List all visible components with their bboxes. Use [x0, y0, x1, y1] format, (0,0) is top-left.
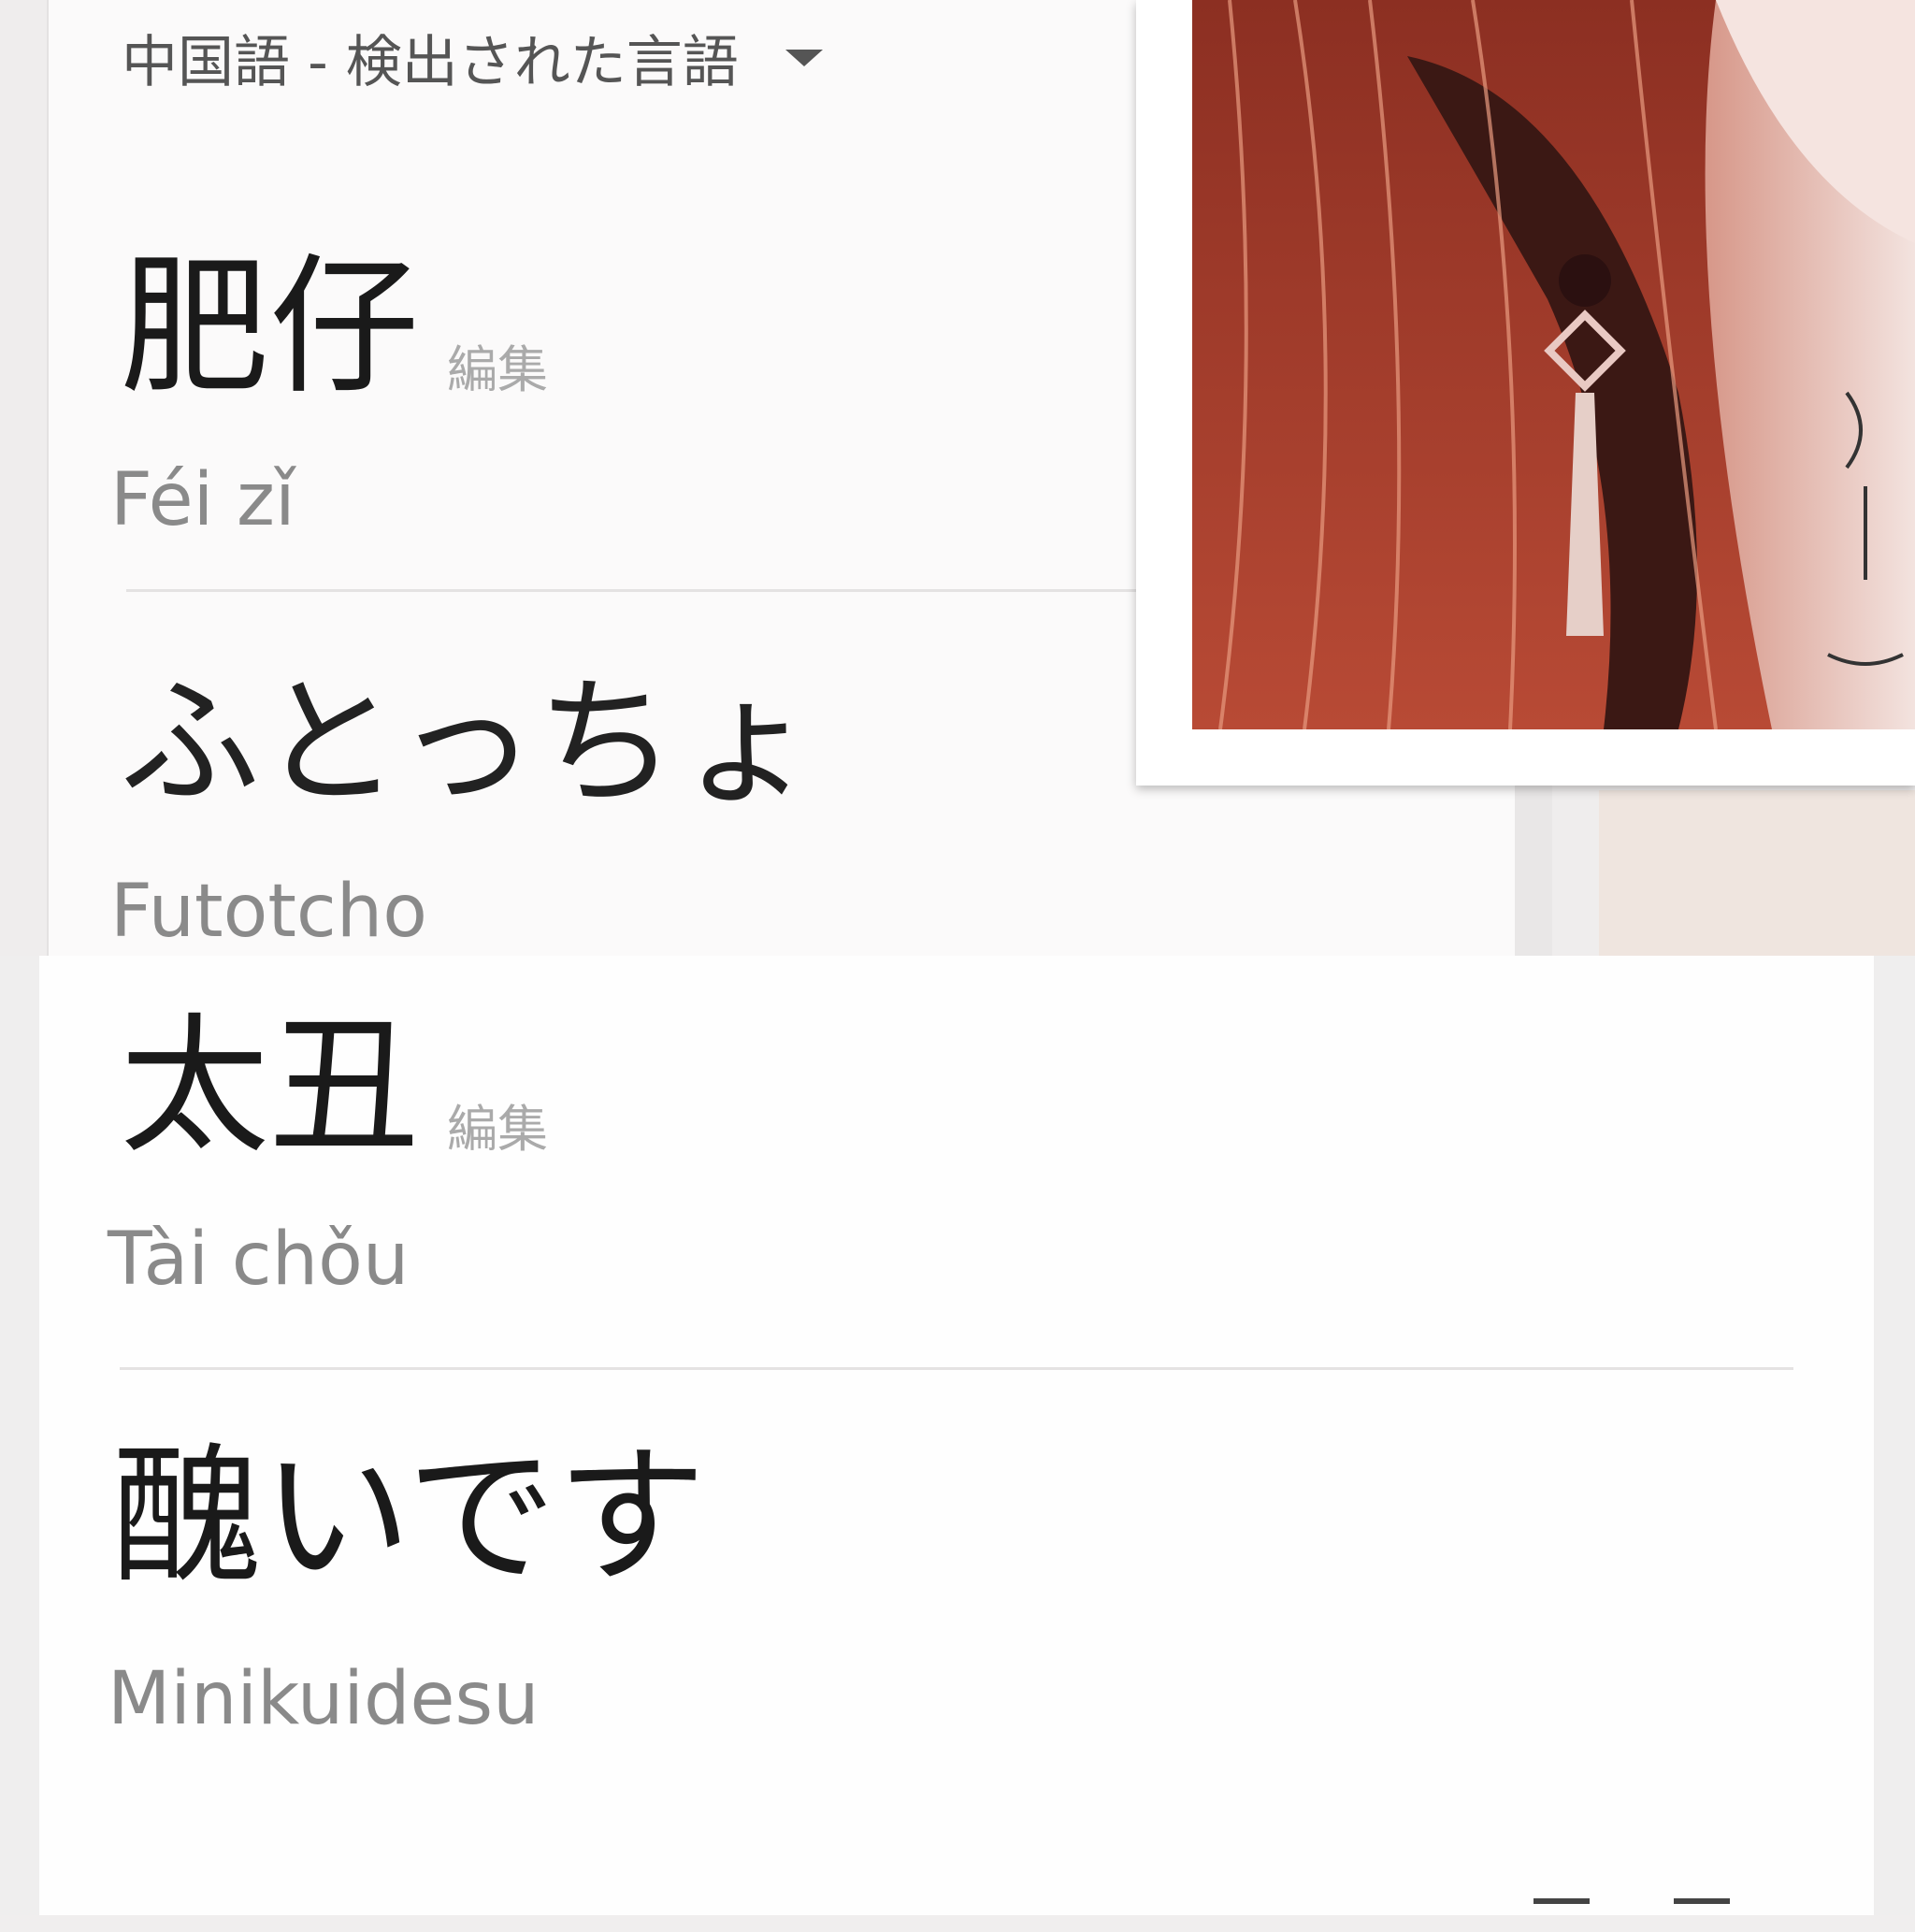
edit-link[interactable]: 編集: [447, 328, 548, 402]
source-romanization: Tài chǒu: [108, 1218, 410, 1302]
source-entry-2: 太丑 編集: [120, 1012, 548, 1161]
share-icon[interactable]: [1533, 1898, 1590, 1932]
divider: [120, 1367, 1793, 1370]
portrait-image: [1192, 0, 1915, 729]
top-screenshot: 中国語 - 検出された言語 肥仔 編集 Féi zǐ ふとっちょ Futotch…: [0, 0, 1915, 956]
bottom-action-icons: [1533, 1898, 1730, 1932]
bottom-screenshot: 太丑 編集 Tài chǒu 醜いです Minikuidesu: [0, 956, 1915, 1915]
overlay-photo: [1136, 0, 1915, 786]
translation-romanization: Futotcho: [110, 870, 427, 954]
background-area: [1599, 790, 1915, 956]
source-text: 太丑: [120, 999, 420, 1174]
card-edge: [1515, 786, 1552, 956]
translation-text: 醜いです: [112, 1429, 707, 1604]
translation-romanization: Minikuidesu: [108, 1657, 540, 1741]
detected-language-dropdown[interactable]: 中国語 - 検出された言語: [122, 17, 823, 98]
edit-link[interactable]: 編集: [447, 1088, 548, 1161]
source-entry-1: 肥仔 編集: [120, 252, 548, 402]
chevron-down-icon[interactable]: [785, 49, 823, 66]
translation-entry-1: ふとっちょ: [120, 673, 817, 814]
divider: [126, 589, 1145, 592]
source-romanization: Féi zǐ: [110, 458, 295, 542]
expand-icon[interactable]: [1674, 1898, 1730, 1932]
translation-entry-2: 醜いです: [112, 1442, 706, 1592]
language-label: 中国語 - 検出された言語: [122, 30, 739, 95]
source-text: 肥仔: [120, 239, 420, 414]
translation-text: ふとっちょ: [120, 662, 817, 825]
